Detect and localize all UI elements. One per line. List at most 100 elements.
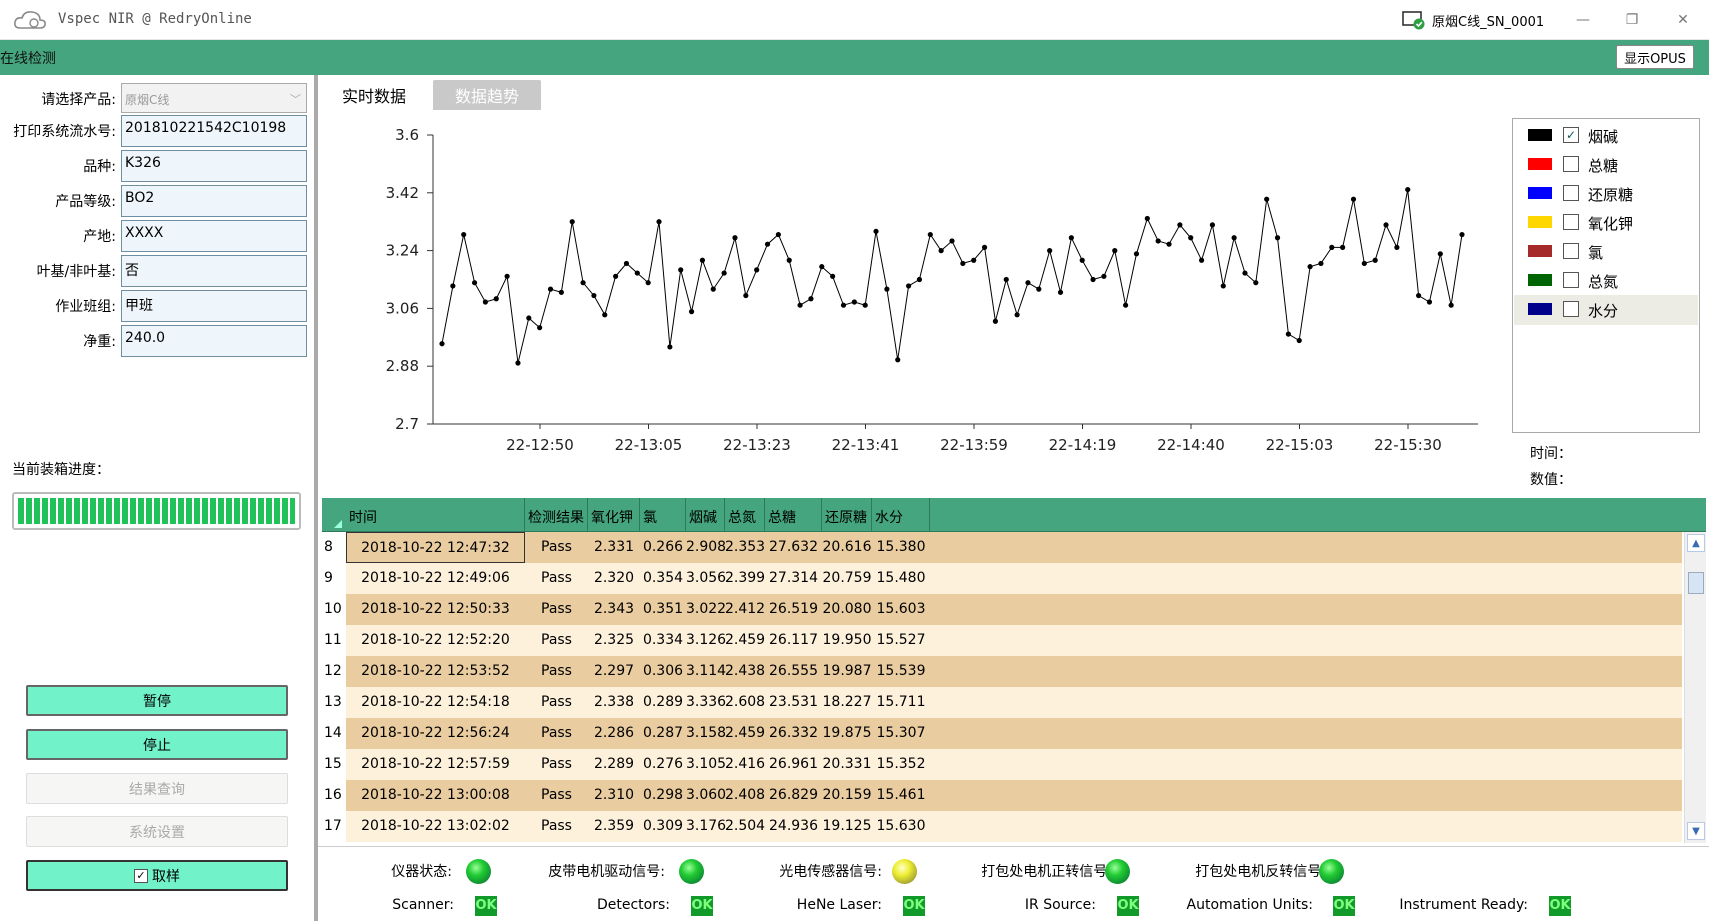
data-point[interactable] [775, 231, 781, 238]
print-serial-input[interactable]: 201810221542C10198 [121, 115, 307, 147]
data-point[interactable] [884, 286, 890, 292]
table-cell[interactable]: 2.416 [725, 749, 765, 780]
row-number[interactable]: 16 [322, 780, 346, 811]
scroll-thumb[interactable] [1688, 572, 1704, 594]
data-point[interactable] [927, 231, 933, 238]
data-point[interactable] [1047, 248, 1053, 254]
data-point[interactable] [1090, 276, 1096, 283]
legend-item[interactable]: 氧化钾 [1514, 208, 1698, 238]
data-point[interactable] [1068, 235, 1074, 241]
table-cell[interactable]: 23.531 [765, 687, 822, 718]
table-cell[interactable]: 2018-10-22 12:52:20 [346, 625, 525, 656]
table-cell[interactable]: 2018-10-22 13:00:08 [346, 780, 525, 811]
table-cell[interactable]: Pass [525, 625, 588, 656]
data-point[interactable] [439, 341, 445, 347]
table-cell[interactable]: 2018-10-22 12:47:32 [346, 532, 525, 563]
data-point[interactable] [1307, 264, 1313, 270]
data-point[interactable] [808, 296, 814, 302]
data-point[interactable] [1101, 273, 1107, 279]
data-point[interactable] [1036, 286, 1042, 292]
table-cell[interactable]: 2.320 [588, 563, 640, 594]
table-cell[interactable]: 20.331 [822, 749, 872, 780]
column-header[interactable]: 氯 [640, 498, 686, 532]
table-cell[interactable]: 26.332 [765, 718, 822, 749]
table-cell[interactable]: 3.158 [686, 718, 726, 749]
table-cell[interactable]: 15.352 [872, 749, 930, 780]
table-cell[interactable]: 2.399 [725, 563, 765, 594]
data-point[interactable] [1372, 257, 1378, 263]
sample-checkbox[interactable]: ✓ [134, 868, 148, 883]
data-point[interactable] [797, 302, 803, 308]
data-point[interactable] [1350, 196, 1357, 202]
data-point[interactable] [613, 273, 619, 279]
table-cell[interactable]: 2018-10-22 12:49:06 [346, 563, 525, 594]
table-cell[interactable]: 3.176 [686, 811, 726, 842]
data-point[interactable] [1361, 260, 1367, 267]
data-point[interactable] [1437, 251, 1443, 257]
data-point[interactable] [1285, 331, 1291, 337]
close-button[interactable]: ✕ [1665, 6, 1701, 34]
tab-realtime-data[interactable]: 实时数据 [318, 80, 430, 110]
data-point[interactable] [569, 219, 575, 225]
data-point[interactable] [1329, 244, 1335, 250]
data-point[interactable] [461, 231, 467, 238]
table-cell[interactable]: 3.022 [686, 594, 726, 625]
column-header[interactable]: 总氮 [725, 498, 765, 532]
table-cell[interactable]: 0.309 [640, 811, 686, 842]
table-cell[interactable]: 15.539 [872, 656, 930, 687]
data-point[interactable] [1242, 270, 1248, 276]
table-cell[interactable]: 15.480 [872, 563, 930, 594]
table-cell[interactable]: 15.380 [872, 532, 930, 563]
product-select[interactable]: 原烟C线 ﹀ [121, 83, 307, 113]
table-cell[interactable]: 0.298 [640, 780, 686, 811]
data-point[interactable] [537, 325, 543, 331]
table-cell[interactable]: 0.289 [640, 687, 686, 718]
device-indicator[interactable]: 原烟C线_SN_0001 [1402, 9, 1544, 31]
data-point[interactable] [1220, 283, 1226, 289]
row-number[interactable]: 13 [322, 687, 346, 718]
table-cell[interactable]: 2.338 [588, 687, 640, 718]
table-cell[interactable]: 2.289 [588, 749, 640, 780]
table-cell[interactable]: 0.354 [640, 563, 686, 594]
table-cell[interactable]: 20.759 [822, 563, 872, 594]
table-row[interactable]: 9 2018-10-22 12:49:06 Pass 2.320 0.354 3.056 2… [322, 563, 1682, 594]
data-point[interactable] [1459, 231, 1465, 238]
table-cell[interactable]: 2.331 [588, 532, 640, 563]
data-point[interactable] [916, 276, 923, 283]
data-point[interactable] [678, 267, 684, 273]
scroll-up-button[interactable]: ▲ [1687, 534, 1705, 552]
table-cell[interactable]: 26.829 [765, 780, 822, 811]
table-cell[interactable]: 2.310 [588, 780, 640, 811]
table-cell[interactable]: 0.306 [640, 656, 686, 687]
data-point[interactable] [905, 283, 912, 289]
legend-checkbox[interactable]: ✓ [1563, 127, 1579, 143]
data-point[interactable] [830, 273, 836, 279]
table-cell[interactable]: 3.126 [686, 625, 726, 656]
table-cell[interactable]: 2018-10-22 12:57:59 [346, 749, 525, 780]
data-point[interactable] [851, 299, 857, 305]
column-header[interactable]: 氧化钾 [588, 498, 640, 532]
data-point[interactable] [721, 270, 727, 276]
table-cell[interactable]: 24.936 [765, 811, 822, 842]
table-cell[interactable]: 2.608 [725, 687, 765, 718]
table-cell[interactable]: 15.307 [872, 718, 930, 749]
table-cell[interactable]: 0.334 [640, 625, 686, 656]
table-cell[interactable]: 2018-10-22 12:50:33 [346, 594, 525, 625]
data-point[interactable] [786, 257, 792, 263]
table-scrollbar[interactable]: ▲ ▼ [1684, 532, 1706, 843]
data-point[interactable] [1155, 238, 1161, 244]
table-row[interactable]: 16 2018-10-22 13:00:08 Pass 2.310 0.298 3.060… [322, 780, 1682, 811]
data-point[interactable] [1123, 302, 1129, 308]
data-point[interactable] [1198, 257, 1205, 263]
data-point[interactable] [895, 357, 901, 363]
table-cell[interactable]: 19.125 [822, 811, 872, 842]
data-point[interactable] [1405, 186, 1411, 193]
table-cell[interactable]: 0.276 [640, 749, 686, 780]
data-point[interactable] [504, 273, 510, 279]
data-point[interactable] [992, 318, 999, 324]
table-row[interactable]: 13 2018-10-22 12:54:18 Pass 2.338 0.289 3.336… [322, 687, 1682, 718]
table-cell[interactable]: 2.504 [725, 811, 765, 842]
table-cell[interactable]: 2018-10-22 12:53:52 [346, 656, 525, 687]
leaf-base-input[interactable]: 否 [121, 255, 307, 287]
table-cell[interactable]: 3.056 [686, 563, 726, 594]
